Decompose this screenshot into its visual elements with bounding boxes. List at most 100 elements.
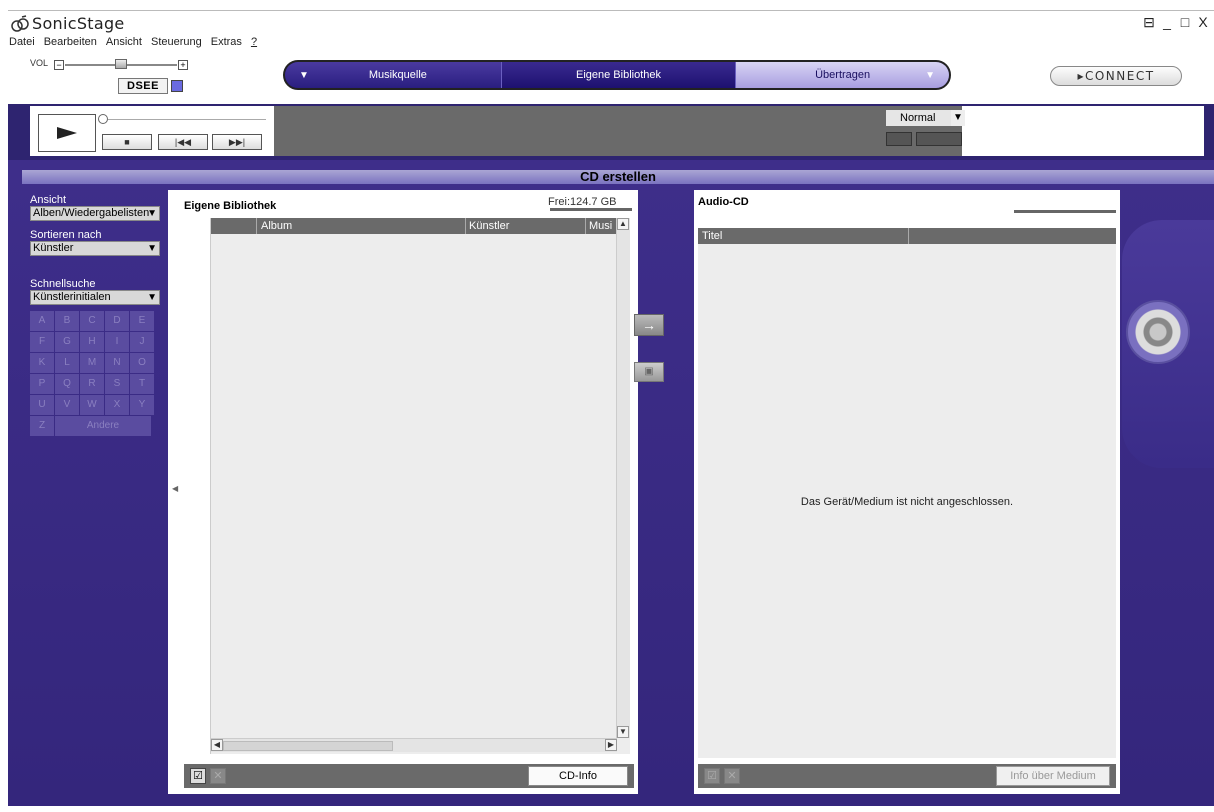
letter-button[interactable]: J bbox=[130, 332, 154, 352]
tab-eigene-bibliothek[interactable]: Eigene Bibliothek bbox=[501, 62, 737, 88]
quicksearch-select[interactable]: Künstlerinitialen ▼ bbox=[30, 290, 160, 305]
play-button[interactable] bbox=[38, 114, 96, 152]
select-all-checkbox-icon[interactable]: ☑ bbox=[704, 768, 720, 784]
letter-button[interactable]: M bbox=[80, 353, 104, 373]
letter-button[interactable]: O bbox=[130, 353, 154, 373]
letter-button[interactable]: L bbox=[55, 353, 79, 373]
sort-select[interactable]: Künstler ▼ bbox=[30, 241, 160, 256]
column-artist[interactable]: Künstler bbox=[469, 220, 509, 232]
letter-button[interactable]: X bbox=[105, 395, 129, 415]
letter-button[interactable]: Y bbox=[130, 395, 154, 415]
cd-disc-icon[interactable] bbox=[1126, 300, 1190, 364]
letter-button[interactable]: D bbox=[105, 311, 129, 331]
volume-up-button[interactable]: + bbox=[178, 60, 188, 70]
maximize-button[interactable]: □ bbox=[1178, 14, 1192, 31]
library-footer: ☑ ✕ CD-Info bbox=[184, 764, 634, 788]
menu-steuerung[interactable]: Steuerung bbox=[150, 36, 203, 54]
minimize-button[interactable]: _ bbox=[1160, 14, 1174, 31]
shuffle-icon[interactable] bbox=[886, 132, 912, 146]
letter-button[interactable]: F bbox=[30, 332, 54, 352]
stop-button[interactable]: ■ bbox=[102, 134, 152, 150]
letter-button[interactable]: P bbox=[30, 374, 54, 394]
letter-button[interactable]: B bbox=[55, 311, 79, 331]
next-button[interactable]: ▶▶| bbox=[212, 134, 262, 150]
volume-label: VOL bbox=[30, 58, 49, 68]
letter-button[interactable]: T bbox=[130, 374, 154, 394]
toolbox-button[interactable]: ▣ bbox=[634, 362, 664, 382]
column-title[interactable]: Titel bbox=[702, 230, 722, 242]
deselect-icon[interactable]: ✕ bbox=[724, 768, 740, 784]
menu-bar: Datei Bearbeiten Ansicht Steuerung Extra… bbox=[8, 36, 258, 54]
library-vertical-scrollbar[interactable]: ▲ ▼ bbox=[616, 218, 630, 738]
audio-cd-footer: ☑ ✕ Info über Medium bbox=[698, 764, 1116, 788]
toolbox-icon: ▣ bbox=[644, 366, 654, 377]
library-horizontal-scrollbar[interactable]: ◀ ▶ bbox=[211, 738, 617, 752]
dropdown-arrow-icon[interactable]: ▼ bbox=[299, 70, 309, 81]
select-all-checkbox-icon[interactable]: ☑ bbox=[190, 768, 206, 784]
menu-ansicht[interactable]: Ansicht bbox=[105, 36, 143, 54]
volume-knob[interactable] bbox=[115, 59, 127, 69]
app-title: SonicStage bbox=[32, 14, 125, 33]
dropdown-arrow-icon[interactable]: ▼ bbox=[925, 70, 935, 81]
letter-other-button[interactable]: Andere bbox=[55, 416, 151, 436]
tab-musikquelle[interactable]: ▼ Musikquelle bbox=[285, 62, 502, 88]
previous-button[interactable]: |◀◀ bbox=[158, 134, 208, 150]
top-controls: VOL − + DSEE ▼ Musikquelle Eigene Biblio… bbox=[8, 54, 1214, 104]
tab-label: Übertragen bbox=[815, 69, 871, 81]
play-icon bbox=[57, 127, 77, 139]
media-info-button[interactable]: Info über Medium bbox=[996, 766, 1110, 786]
letter-button[interactable]: R bbox=[80, 374, 104, 394]
menu-extras[interactable]: Extras bbox=[210, 36, 243, 54]
tab-uebertragen[interactable]: Übertragen ▼ bbox=[736, 62, 949, 88]
close-button[interactable]: X bbox=[1196, 14, 1210, 31]
minimize-mini-icon[interactable]: ⊟ bbox=[1142, 14, 1156, 31]
letter-button[interactable]: H bbox=[80, 332, 104, 352]
scroll-right-icon[interactable]: ▶ bbox=[605, 739, 617, 751]
playmode-dropdown-icon[interactable]: ▼ bbox=[951, 110, 965, 126]
letter-button[interactable]: Z bbox=[30, 416, 54, 436]
volume-down-button[interactable]: − bbox=[54, 60, 64, 70]
seek-knob[interactable] bbox=[98, 114, 108, 124]
track-display bbox=[274, 106, 962, 156]
device-status-message: Das Gerät/Medium ist nicht angeschlossen… bbox=[800, 496, 1014, 508]
letter-button[interactable]: N bbox=[105, 353, 129, 373]
letter-button[interactable]: Q bbox=[55, 374, 79, 394]
transfer-arrow-button[interactable]: → bbox=[634, 314, 664, 336]
scroll-thumb[interactable] bbox=[223, 741, 393, 751]
menu-help[interactable]: ? bbox=[250, 36, 258, 54]
letter-button[interactable]: I bbox=[105, 332, 129, 352]
dsee-indicator[interactable] bbox=[171, 80, 183, 92]
previous-icon: |◀◀ bbox=[174, 136, 192, 147]
sonicstage-logo-icon bbox=[11, 15, 29, 32]
cd-info-button[interactable]: CD-Info bbox=[528, 766, 628, 786]
audio-cd-list[interactable]: Titel Das Gerät/Medium ist nicht angesch… bbox=[698, 228, 1116, 758]
letter-button[interactable]: W bbox=[80, 395, 104, 415]
column-music[interactable]: Musi bbox=[589, 220, 612, 232]
seek-bar[interactable] bbox=[98, 114, 266, 124]
letter-button[interactable]: U bbox=[30, 395, 54, 415]
scroll-left-icon[interactable]: ◀ bbox=[211, 739, 223, 751]
letter-button[interactable]: A bbox=[30, 311, 54, 331]
letter-button[interactable]: C bbox=[80, 311, 104, 331]
library-list[interactable]: Album Künstler Musi ▲ ▼ ◀ ▶ bbox=[210, 218, 630, 754]
letter-button[interactable]: S bbox=[105, 374, 129, 394]
connect-button[interactable]: ▸CONNECT bbox=[1050, 66, 1182, 86]
column-album[interactable]: Album bbox=[261, 220, 292, 232]
repeat-icon[interactable] bbox=[916, 132, 962, 146]
letter-button[interactable]: K bbox=[30, 353, 54, 373]
deselect-icon[interactable]: ✕ bbox=[210, 768, 226, 784]
view-select[interactable]: Alben/Wiedergabelisten ▼ bbox=[30, 206, 160, 221]
scroll-up-icon[interactable]: ▲ bbox=[617, 218, 629, 230]
letter-button[interactable]: V bbox=[55, 395, 79, 415]
menu-bearbeiten[interactable]: Bearbeiten bbox=[43, 36, 98, 54]
dsee-button[interactable]: DSEE bbox=[118, 78, 168, 94]
menu-datei[interactable]: Datei bbox=[8, 36, 36, 54]
letter-button[interactable]: E bbox=[130, 311, 154, 331]
stop-icon: ■ bbox=[124, 137, 130, 147]
main-navigation: ▼ Musikquelle Eigene Bibliothek Übertrag… bbox=[283, 60, 951, 90]
letter-button[interactable]: G bbox=[55, 332, 79, 352]
seek-track[interactable] bbox=[108, 119, 266, 120]
chevron-down-icon: ▼ bbox=[147, 208, 157, 219]
scroll-down-icon[interactable]: ▼ bbox=[617, 726, 629, 738]
collapse-sidebar-icon[interactable]: ◀ bbox=[172, 484, 178, 493]
